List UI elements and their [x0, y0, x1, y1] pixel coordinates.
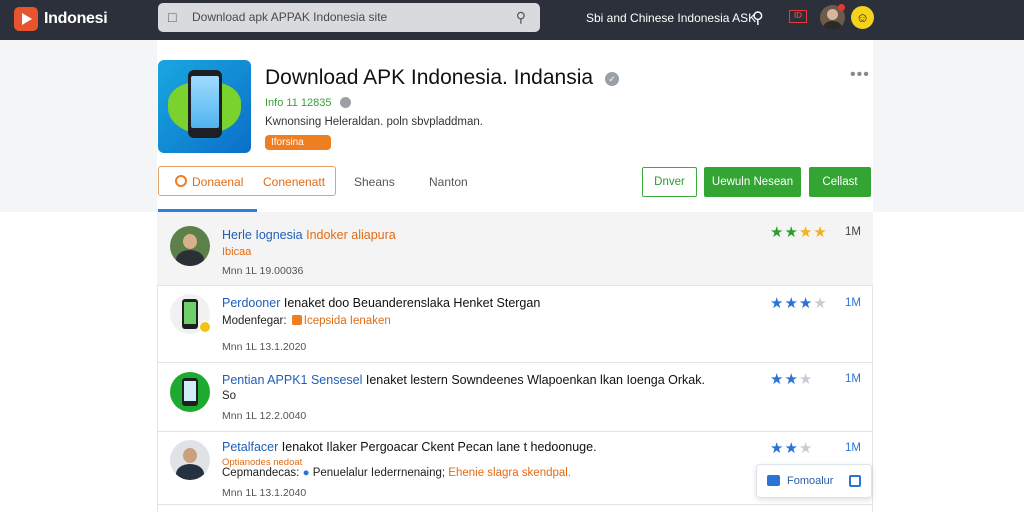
download-count: 1M	[845, 226, 861, 238]
rating-stars: ★★★★	[770, 295, 828, 312]
item-meta: Mnn 1L 13.1.2040	[222, 487, 307, 499]
item-meta: Mnn 1L 12.2.0040	[222, 410, 307, 422]
item-subtitle: Ibicaa	[222, 246, 252, 258]
item-title[interactable]: Herle Iognesia Indoker aliapura	[222, 228, 396, 242]
tab-nanton[interactable]: Nanton	[429, 175, 468, 189]
item-title[interactable]: Perdooner Ienaket doo Beuanderenslaka He…	[222, 296, 540, 310]
download-tab-icon	[175, 175, 187, 187]
driver-button[interactable]: Dnver	[642, 167, 697, 197]
floating-action-button[interactable]: Fomoalur	[756, 464, 872, 498]
item-meta: Mnn 1L 13.1.2020	[222, 341, 307, 353]
floating-button-label: Fomoalur	[787, 475, 834, 487]
avatar	[170, 372, 210, 412]
tab-shares[interactable]: Sheans	[354, 175, 395, 189]
notification-dot	[838, 4, 845, 11]
download-count: 1M	[845, 442, 861, 454]
avatar-badge	[199, 321, 211, 333]
search-icon[interactable]: ⚲	[752, 8, 764, 28]
flag-icon[interactable]: ID	[789, 10, 807, 23]
download-count: 1M	[845, 297, 861, 309]
collect-button[interactable]: Cellast	[809, 167, 871, 197]
search-box-icon: □	[168, 9, 177, 25]
download-count: 1M	[845, 373, 861, 385]
emoji-icon[interactable]: ☺	[851, 6, 874, 29]
search-input[interactable]: Download apk APPAK Indonesia site	[192, 10, 387, 24]
avatar	[170, 440, 210, 480]
chat-icon	[767, 475, 780, 486]
category-badge[interactable]: Iforsina	[265, 135, 331, 150]
top-nav-links[interactable]: Sbi and Chinese Indonesia ASK	[586, 11, 756, 25]
search-bar[interactable]: □ Download apk APPAK Indonesia site ⚲	[158, 3, 540, 32]
tab-label-comments[interactable]: Conenenatt	[263, 175, 325, 189]
developer-info[interactable]: Info 11 12835	[265, 97, 331, 109]
download-button[interactable]: Uewuln Nesean	[704, 167, 801, 197]
page-title: Download APK Indonesia. Indansia	[265, 66, 594, 89]
logo-text: Indonesi	[44, 10, 108, 27]
item-title[interactable]: Petalfacer Ienakot Ilaker Pergoacar Cken…	[222, 440, 597, 454]
rating-stars: ★★★	[770, 440, 814, 457]
share-icon[interactable]	[849, 475, 861, 487]
search-icon[interactable]: ⚲	[516, 9, 526, 26]
rating-stars: ★★★★	[770, 224, 828, 241]
site-logo[interactable]: Indonesi	[14, 6, 108, 32]
rating-stars: ★★★	[770, 371, 814, 388]
more-icon[interactable]: •••	[850, 66, 870, 84]
item-subtitle: Cepmandecas: ● Penuelalur Iederrnenaing;…	[222, 467, 572, 479]
item-subtitle: Modenfegar: Icepsida Ienaken	[222, 315, 391, 327]
tab-label-download[interactable]: Donaenal	[192, 175, 243, 189]
item-meta: Mnn 1L 19.00036	[222, 265, 304, 277]
item-title[interactable]: Pentian APPK1 Sensesel Ienaket lestern S…	[222, 373, 705, 387]
item-subtitle: So	[222, 390, 237, 402]
info-icon	[340, 97, 351, 108]
app-icon	[158, 60, 251, 153]
app-description: Kwnonsing Heleraldan. poln sbvpladdman.	[265, 116, 484, 128]
avatar	[170, 226, 210, 266]
info-icon: ●	[302, 467, 310, 479]
phone-screen	[191, 76, 219, 128]
play-logo-icon	[14, 7, 38, 31]
verified-icon: ✓	[605, 72, 619, 86]
